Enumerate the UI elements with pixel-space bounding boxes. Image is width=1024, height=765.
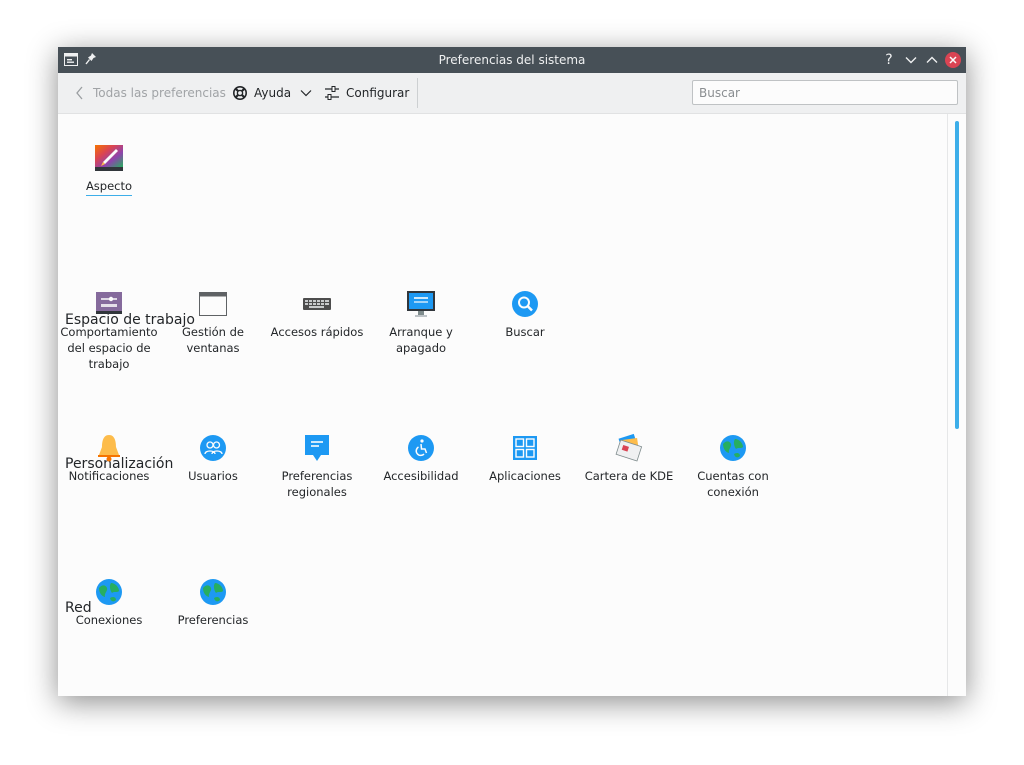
module-label: Gestión de ventanas <box>181 325 245 355</box>
scrollbar-track[interactable] <box>947 114 948 696</box>
search-input[interactable] <box>692 80 958 105</box>
scrollbar-thumb[interactable] <box>955 121 959 429</box>
module-regional[interactable]: Preferencias regionales <box>267 433 367 500</box>
module-connections[interactable]: Conexiones <box>59 577 159 628</box>
keyboard-icon <box>303 298 331 310</box>
module-accessibility[interactable]: Accesibilidad <box>371 433 471 484</box>
toolbar: Todas las preferencias Ayuda Configurar <box>58 73 966 114</box>
module-label: Cuentas con conexión <box>697 469 769 499</box>
module-notifications[interactable]: Notificaciones <box>59 433 159 484</box>
module-label: Arranque y apagado <box>389 325 453 355</box>
search-icon <box>512 291 538 317</box>
configure-button[interactable]: Configurar <box>324 73 409 113</box>
maximize-icon <box>926 56 938 63</box>
help-button[interactable]: ? <box>881 52 897 68</box>
chevron-down-icon <box>300 90 312 97</box>
module-label: Buscar <box>505 325 545 339</box>
module-users[interactable]: Usuarios <box>163 433 263 484</box>
configure-icon <box>325 86 339 100</box>
close-icon <box>945 52 961 68</box>
minimize-button[interactable] <box>903 52 919 68</box>
toolbar-separator <box>417 78 418 108</box>
module-kde-wallet[interactable]: Cartera de KDE <box>579 433 679 484</box>
titlebar[interactable]: Preferencias del sistema ? <box>58 47 966 73</box>
applications-icon <box>513 436 537 460</box>
module-workspace[interactable]: Comportamiento del espacio de trabajo <box>59 289 159 372</box>
help-menu-label: Ayuda <box>254 86 292 100</box>
module-label: Cartera de KDE <box>584 469 674 483</box>
users-icon <box>200 435 226 461</box>
module-shortcuts[interactable]: Accesos rápidos <box>267 289 367 340</box>
module-network-preferences[interactable]: Preferencias <box>163 577 263 628</box>
close-button[interactable] <box>945 52 961 68</box>
back-button[interactable]: Todas las preferencias <box>75 73 226 113</box>
module-label: Accesos rápidos <box>270 325 364 339</box>
module-label: Conexiones <box>75 613 143 627</box>
settings-window: Preferencias del sistema ? Todas las pre… <box>58 47 966 696</box>
module-label: Comportamiento del espacio de trabajo <box>60 325 158 371</box>
module-label: Preferencias regionales <box>281 469 353 499</box>
bell-icon <box>98 435 120 462</box>
chevron-left-icon <box>76 86 83 100</box>
module-startup[interactable]: Arranque y apagado <box>371 289 471 356</box>
module-label: Accesibilidad <box>383 469 459 483</box>
minimize-icon <box>905 57 917 64</box>
help-icon: ? <box>885 52 893 68</box>
module-label: Aspecto <box>85 178 133 196</box>
window-title: Preferencias del sistema <box>438 53 586 67</box>
appearance-icon <box>95 145 123 171</box>
maximize-button[interactable] <box>924 52 940 68</box>
module-search[interactable]: Buscar <box>475 289 575 340</box>
back-label: Todas las preferencias <box>93 86 226 100</box>
module-appearance[interactable]: Aspecto <box>59 143 159 196</box>
module-label: Notificaciones <box>68 469 150 483</box>
module-online-accounts[interactable]: Cuentas con conexión <box>683 433 783 500</box>
globe-icon <box>720 435 746 461</box>
settings-grid: Aspecto Espacio de trabajo Comportamient… <box>58 114 966 696</box>
module-window-management[interactable]: Gestión de ventanas <box>163 289 263 356</box>
configure-label: Configurar <box>346 86 410 100</box>
regional-icon <box>305 435 329 461</box>
globe-icon <box>96 579 122 605</box>
accessibility-icon <box>408 435 434 461</box>
window-icon <box>199 292 227 316</box>
module-applications[interactable]: Aplicaciones <box>475 433 575 484</box>
module-label: Usuarios <box>188 469 238 483</box>
help-menu-button[interactable]: Ayuda <box>232 73 312 113</box>
monitor-icon <box>407 291 435 317</box>
globe-icon <box>200 579 226 605</box>
module-label: Aplicaciones <box>489 469 561 483</box>
workspace-icon <box>96 292 122 314</box>
wallet-icon <box>615 433 643 462</box>
lifebuoy-icon <box>233 86 247 100</box>
module-label: Preferencias <box>177 613 249 627</box>
